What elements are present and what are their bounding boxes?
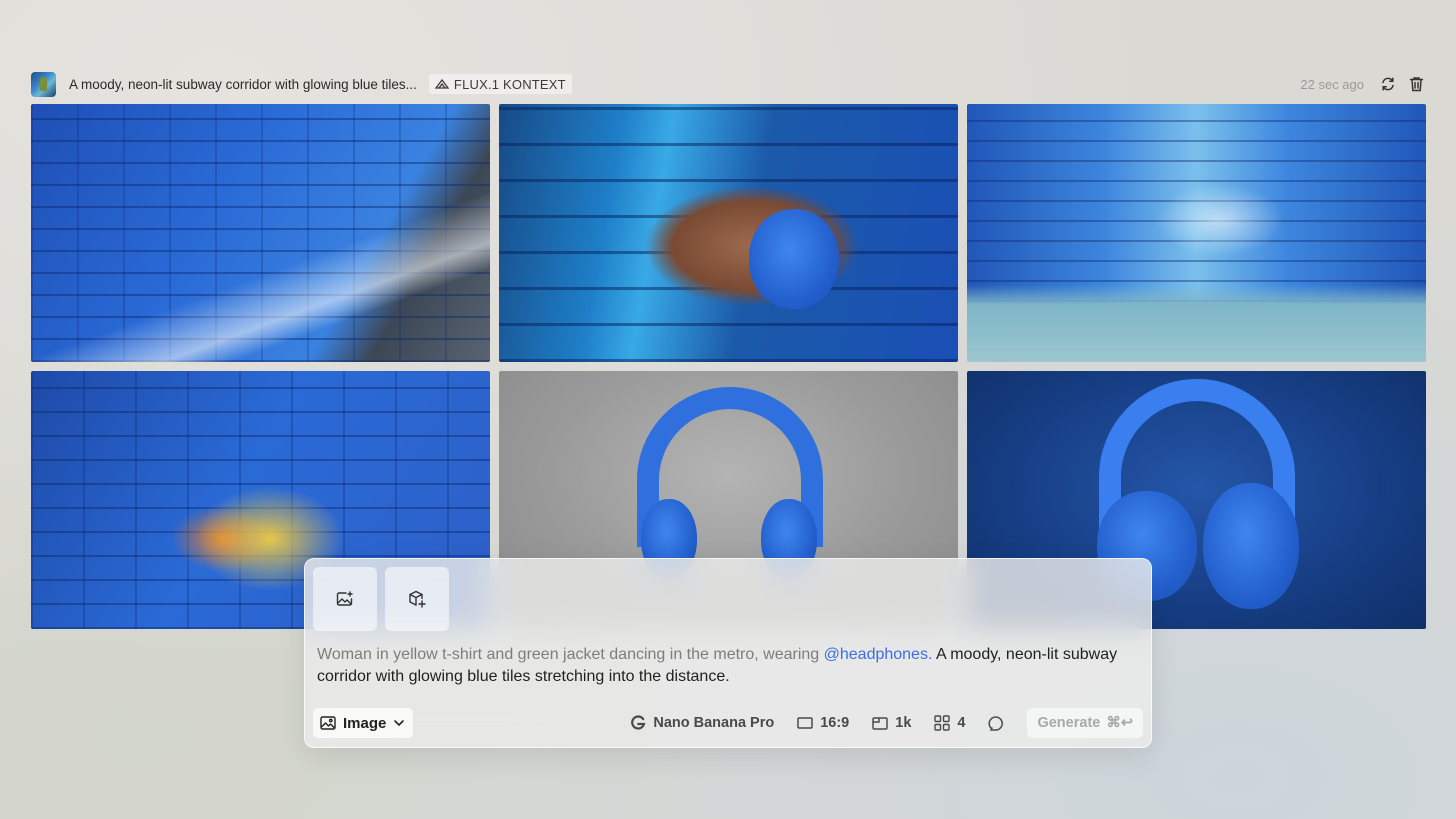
google-logo-icon bbox=[631, 715, 646, 730]
resolution-label: 1k bbox=[895, 715, 912, 731]
image-tile-woman-dancing[interactable] bbox=[31, 104, 490, 362]
model-select[interactable]: Nano Banana Pro bbox=[630, 715, 774, 731]
result-thumbnail[interactable] bbox=[31, 71, 56, 97]
output-type-label: Image bbox=[343, 714, 387, 732]
output-type-select[interactable]: Image bbox=[313, 708, 414, 738]
image-tile-man-headphones[interactable] bbox=[499, 104, 958, 362]
history-button[interactable] bbox=[988, 715, 1005, 732]
image-add-icon bbox=[336, 591, 353, 606]
timestamp: 22 sec ago bbox=[1300, 76, 1364, 92]
generate-label: Generate bbox=[1037, 715, 1101, 731]
delete-button[interactable] bbox=[1406, 74, 1426, 94]
grid-icon bbox=[934, 715, 951, 731]
aspect-ratio-select[interactable]: 16:9 bbox=[797, 715, 849, 731]
chat-bubble-icon bbox=[988, 715, 1004, 731]
prompt-text-part1: Woman in yellow t-shirt and green jacket… bbox=[317, 646, 824, 663]
image-tile-skater[interactable] bbox=[967, 104, 1426, 362]
model-chip: FLUX.1 KONTEXT bbox=[428, 74, 572, 94]
image-icon bbox=[320, 716, 336, 730]
composer-toolbar: Image Nano Banana Pro 16:9 1k 4 Generate… bbox=[313, 708, 1143, 738]
chevron-down-icon bbox=[394, 720, 405, 727]
resolution-icon bbox=[872, 716, 888, 730]
prompt-input[interactable]: Woman in yellow t-shirt and green jacket… bbox=[317, 644, 1137, 688]
result-prompt-title[interactable]: A moody, neon-lit subway corridor with g… bbox=[69, 77, 417, 92]
generate-button[interactable]: Generate ⌘↩ bbox=[1027, 708, 1143, 738]
headphone-cup bbox=[749, 209, 839, 309]
refresh-icon bbox=[1382, 77, 1394, 91]
resolution-select[interactable]: 1k bbox=[872, 715, 911, 731]
cube-add-icon bbox=[409, 590, 426, 608]
image-grid bbox=[31, 104, 1426, 630]
prompt-mention[interactable]: @headphones. bbox=[824, 646, 933, 663]
image-count-select[interactable]: 4 bbox=[934, 715, 965, 731]
add-image-button[interactable] bbox=[313, 567, 377, 631]
flux-logo-icon bbox=[434, 77, 450, 92]
result-header: A moody, neon-lit subway corridor with g… bbox=[31, 71, 1426, 97]
model-chip-label: FLUX.1 KONTEXT bbox=[453, 76, 566, 92]
model-label: Nano Banana Pro bbox=[653, 715, 775, 731]
regenerate-button[interactable] bbox=[1378, 74, 1398, 94]
prompt-composer: Woman in yellow t-shirt and green jacket… bbox=[304, 558, 1152, 748]
trash-icon bbox=[1409, 77, 1423, 92]
aspect-ratio-icon bbox=[797, 717, 813, 729]
headphone-cup-right bbox=[1203, 483, 1299, 609]
generate-shortcut: ⌘↩ bbox=[1106, 715, 1133, 731]
image-count-label: 4 bbox=[957, 715, 966, 731]
add-3d-object-button[interactable] bbox=[385, 567, 449, 631]
aspect-ratio-label: 16:9 bbox=[820, 715, 850, 731]
attachment-row bbox=[313, 567, 449, 631]
